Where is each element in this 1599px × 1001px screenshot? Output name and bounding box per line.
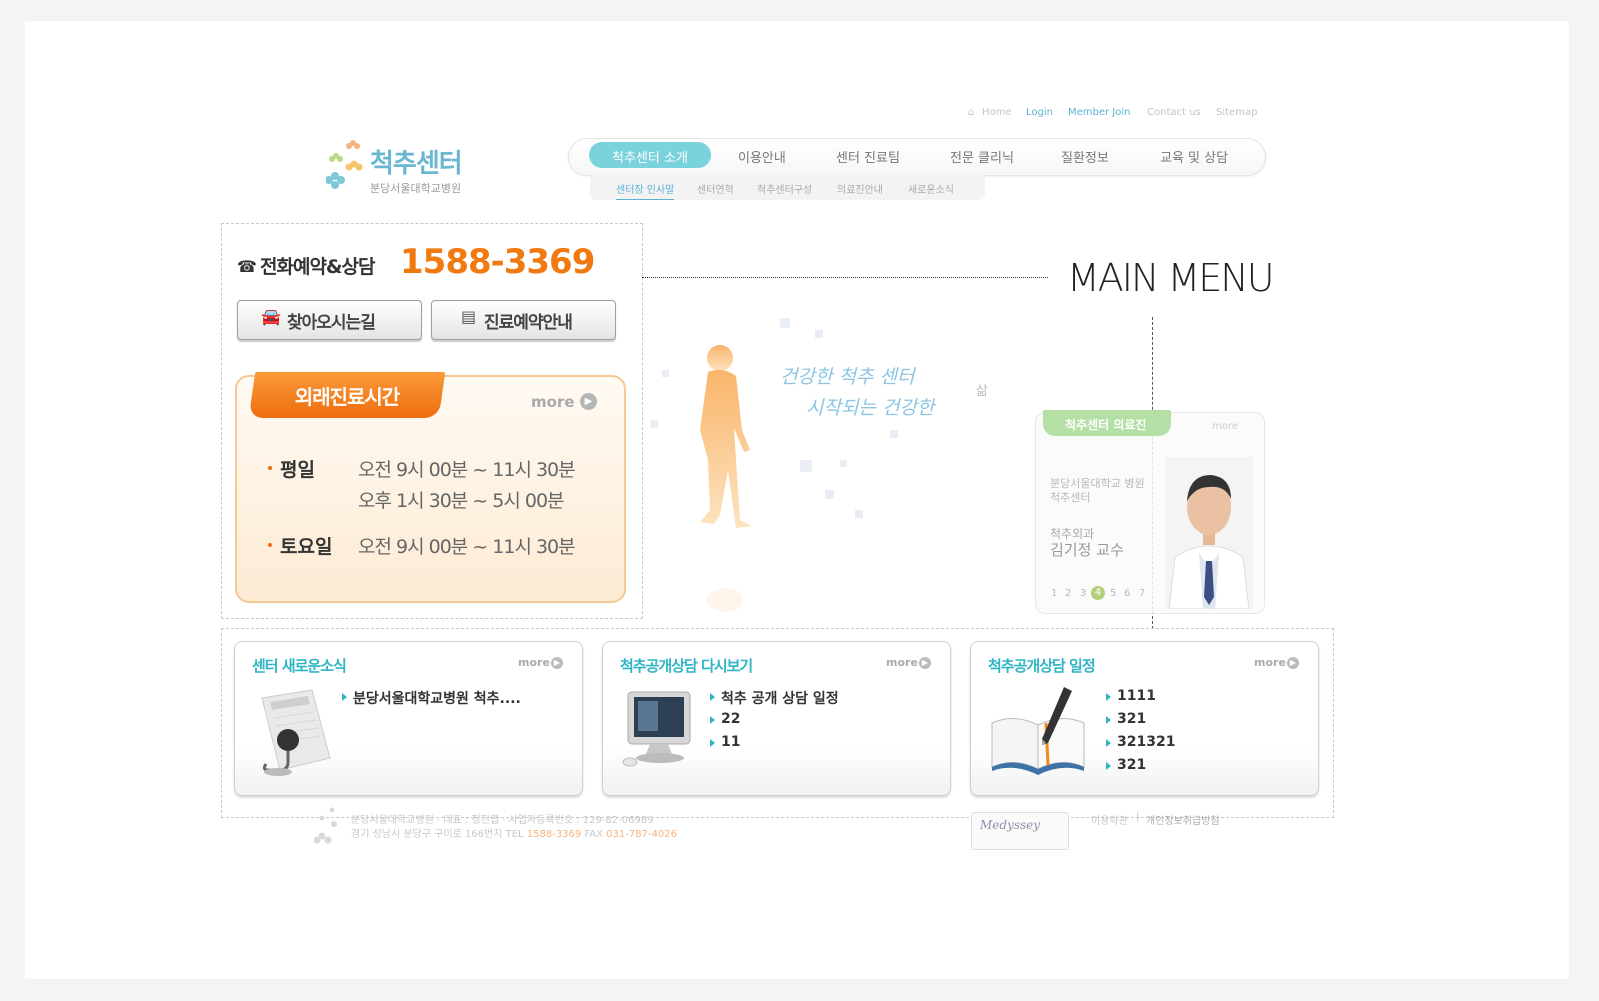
util-contact-link[interactable]: Contact us: [1147, 107, 1201, 118]
clinic-hours-title: 외래진료시간: [294, 385, 400, 409]
doctor-page-7[interactable]: 7: [1139, 588, 1145, 599]
footer-fax: 031-787-4026: [606, 829, 678, 840]
doctor-page-1[interactable]: 1: [1051, 588, 1057, 599]
doctor-more-link[interactable]: more: [1212, 421, 1238, 432]
weekday-pm-hours: 오후 1시 30분 ~ 5시 00분: [358, 490, 565, 512]
subnav-item-news[interactable]: 새로운소식: [908, 181, 954, 196]
nav-item-disease[interactable]: 질환정보: [1061, 147, 1109, 166]
doctor-page-2[interactable]: 2: [1065, 588, 1071, 599]
footer-company-info: 분당서울대학교병원 · 대표 : 정진엽 · 사업자등록번호 : 129-82-…: [351, 815, 654, 826]
home-icon[interactable]: ⌂: [968, 107, 974, 118]
doctor-center: 척추센터: [1050, 491, 1091, 504]
footer-terms-link[interactable]: 이용약관: [1091, 812, 1128, 827]
consult-schedule-item-3[interactable]: 321321: [1117, 734, 1175, 750]
bullet-icon: [268, 466, 272, 470]
doctor-page-6[interactable]: 6: [1124, 588, 1130, 599]
footer-privacy-link[interactable]: 개인정보취급방침: [1146, 812, 1220, 827]
subnav-item-history[interactable]: 센터연혁: [697, 181, 734, 196]
subnav-item-greeting[interactable]: 센터장 인사말: [616, 181, 675, 200]
reservation-label: 전화예약&상담: [260, 256, 375, 278]
news-item-1[interactable]: 분당서울대학교병원 척추....: [353, 688, 521, 708]
annotation-connector-line: [642, 277, 1048, 278]
doctor-name[interactable]: 김기정 교수: [1050, 539, 1124, 560]
subnav-item-organization[interactable]: 척추센터구성: [757, 181, 812, 196]
consult-schedule-item-2[interactable]: 321: [1117, 711, 1146, 727]
consult-schedule-more-link[interactable]: more: [1254, 656, 1286, 669]
doctor-page-4-active[interactable]: 4: [1091, 586, 1105, 600]
list-arrow-icon: [1106, 739, 1111, 747]
doctor-tab-label[interactable]: 척추센터 의료진: [1043, 416, 1205, 433]
footer-tel: 1588-3369: [526, 829, 582, 840]
booking-guide-label[interactable]: 진료예약안내: [484, 308, 573, 333]
consult-replay-item-3[interactable]: 11: [721, 734, 740, 750]
consult-replay-card-title[interactable]: 척추공개상담 다시보기: [620, 655, 753, 676]
footer-contact-info: 경기 성남시 분당구 구미로 166번지 TEL 1588-3369 FAX 0…: [351, 825, 677, 840]
hero-slogan-line3: 삶: [976, 384, 988, 399]
more-arrow-icon[interactable]: ▶: [919, 657, 931, 669]
weekday-am-hours: 오전 9시 00분 ~ 11시 30분: [358, 459, 576, 481]
footer-address: 경기 성남시 분당구 구미로 166번지 TEL: [351, 829, 527, 840]
list-arrow-icon: [710, 739, 715, 747]
footer-divider: |: [1136, 812, 1140, 823]
footer-fax-label: FAX: [581, 829, 607, 840]
doctor-page-3[interactable]: 3: [1080, 588, 1086, 599]
more-arrow-icon[interactable]: ▶: [1287, 657, 1299, 669]
nav-item-team[interactable]: 센터 진료팀: [836, 147, 900, 166]
subnav-item-staff[interactable]: 의료진안내: [837, 181, 883, 196]
util-sitemap-link[interactable]: Sitemap: [1216, 107, 1257, 118]
more-arrow-icon[interactable]: ▶: [551, 657, 563, 669]
list-arrow-icon: [342, 693, 347, 701]
util-member-join-link[interactable]: Member Join: [1068, 107, 1131, 118]
saturday-am-hours: 오전 9시 00분 ~ 11시 30분: [358, 536, 576, 558]
newspaper-microphone-icon: [261, 689, 331, 776]
more-arrow-icon[interactable]: ▶: [580, 393, 597, 410]
list-arrow-icon: [1106, 762, 1111, 770]
consult-replay-more-link[interactable]: more: [886, 656, 918, 669]
list-arrow-icon: [1106, 716, 1111, 724]
reservation-number[interactable]: 1588-3369: [400, 242, 595, 282]
car-icon: 🚘: [261, 307, 281, 326]
nav-item-guide[interactable]: 이용안내: [738, 147, 786, 166]
logo-flower-icon[interactable]: [326, 138, 366, 190]
consult-replay-item-1[interactable]: 척추 공개 상담 일정: [721, 688, 839, 708]
nav-item-center-intro[interactable]: 척추센터 소개: [589, 147, 711, 166]
book-pen-icon: [991, 687, 1085, 775]
bullet-icon: [268, 543, 272, 547]
hero-slogan-line2: 시작되는 건강한: [806, 397, 935, 419]
util-login-link[interactable]: Login: [1026, 107, 1053, 118]
doctor-page-5[interactable]: 5: [1110, 588, 1116, 599]
hero-slogan-line1: 건강한 척추 센터: [780, 366, 915, 388]
logo-title[interactable]: 척추센터: [370, 143, 463, 180]
footer-logo-flower-icon: [314, 807, 337, 844]
news-card-more-link[interactable]: more: [518, 656, 550, 669]
news-card-title[interactable]: 센터 새로운소식: [252, 655, 347, 676]
logo-subtitle: 분당서울대학교병원: [370, 182, 462, 195]
nav-item-education[interactable]: 교육 및 상담: [1160, 147, 1228, 166]
list-arrow-icon: [1106, 693, 1111, 701]
consult-schedule-item-4[interactable]: 321: [1117, 757, 1146, 773]
consult-schedule-item-1[interactable]: 1111: [1117, 688, 1156, 704]
saturday-label: 토요일: [280, 536, 333, 558]
computer-monitor-icon: [622, 691, 691, 767]
util-home-link[interactable]: Home: [982, 107, 1012, 118]
consult-schedule-card-title[interactable]: 척추공개상담 일정: [988, 655, 1096, 676]
consult-replay-item-2[interactable]: 22: [721, 711, 740, 727]
weekday-label: 평일: [280, 459, 315, 481]
list-arrow-icon: [710, 693, 715, 701]
nav-item-clinic[interactable]: 전문 클리닉: [950, 147, 1014, 166]
directions-label[interactable]: 찾아오시는길: [287, 308, 376, 333]
computer-icon: ▤: [461, 307, 477, 326]
partner-logo-medyssey[interactable]: Medyssey: [980, 818, 1040, 832]
phone-icon: ☎: [237, 257, 257, 276]
doctor-photo[interactable]: [1165, 457, 1253, 609]
clinic-hours-more-link[interactable]: more: [531, 393, 575, 411]
list-arrow-icon: [710, 716, 715, 724]
hero-walking-person-illustration: [650, 318, 898, 612]
main-menu-annotation: MAIN MENU: [1067, 256, 1275, 300]
